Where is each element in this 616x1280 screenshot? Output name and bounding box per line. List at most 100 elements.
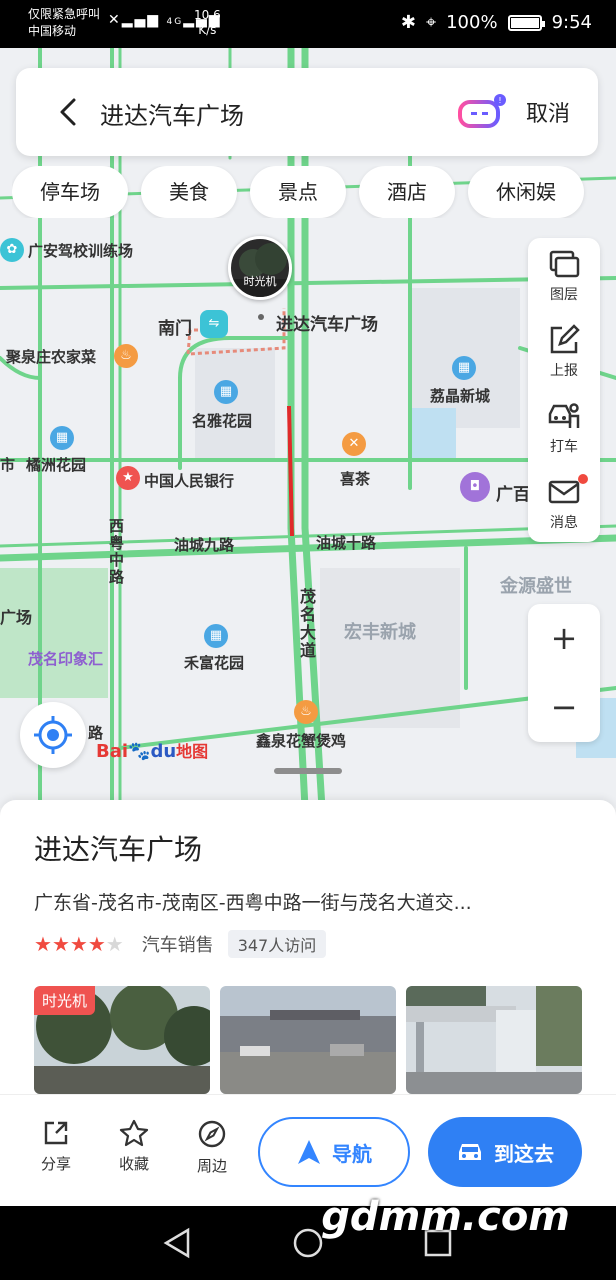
message-label: 消息 — [550, 515, 578, 531]
map-label[interactable]: 荔晶新城 — [430, 385, 490, 406]
map-label[interactable]: 鑫泉花蟹煲鸡 — [256, 730, 346, 751]
chip-leisure[interactable]: 休闲娱 — [468, 166, 584, 218]
search-bar[interactable]: 进达汽车广场 ! 取消 — [16, 68, 598, 156]
residence-poi-icon[interactable]: ▦ — [50, 426, 74, 450]
rating-stars: ★★★★★ — [34, 932, 124, 956]
map-label[interactable]: 进达汽车广场 — [276, 310, 378, 335]
star-empty-icon: ★ — [105, 932, 124, 956]
map-label[interactable]: 茂名印象汇 — [28, 648, 103, 669]
carrier-line-1: 仅限紧急呼叫 — [28, 7, 101, 21]
bank-poi-icon[interactable]: ★ — [116, 466, 140, 490]
crosshair-icon — [34, 716, 72, 754]
tree-photo-thumbnail — [231, 243, 289, 297]
map-label[interactable]: 聚泉庄农家菜 — [6, 346, 96, 367]
carrier-line-2: 中国移动 — [28, 24, 77, 38]
map-label[interactable]: 南门 — [158, 314, 192, 339]
nearby-label: 周边 — [196, 1157, 227, 1175]
place-address: 广东省-茂名市-茂南区-西粤中路一街与茂名大道交... — [34, 892, 472, 914]
message-icon — [548, 480, 580, 504]
sheet-drag-handle[interactable] — [274, 768, 342, 774]
share-button[interactable]: 分享 — [28, 1119, 84, 1174]
location-pin-dot — [258, 314, 264, 320]
visit-count-badge: 347人访问 — [227, 930, 327, 958]
go-here-button[interactable]: 到这去 — [428, 1117, 582, 1187]
message-button[interactable]: 消息 — [528, 466, 600, 542]
nearby-button[interactable]: 周边 — [184, 1119, 240, 1176]
building-photo — [406, 986, 582, 1094]
area-label[interactable]: 宏丰新城 — [344, 618, 416, 644]
layers-button[interactable]: 图层 — [528, 238, 600, 314]
status-right: ✱ ⌖ 100% 9:54 — [401, 12, 592, 33]
category-chips: 停车场 美食 景点 酒店 休闲娱 — [12, 166, 616, 218]
time-machine-marker[interactable]: 时光机 — [228, 236, 292, 300]
taxi-button[interactable]: 打车 — [528, 390, 600, 466]
map-label[interactable]: 广百 — [496, 480, 530, 505]
star-icon — [119, 1119, 149, 1147]
back-triangle-icon — [163, 1227, 190, 1259]
star-filled-icon: ★ — [34, 932, 52, 956]
map-label[interactable]: 禾富花园 — [184, 652, 244, 673]
battery-percent: 100% — [446, 12, 498, 33]
map-label[interactable]: 名雅花园 — [192, 410, 252, 431]
layers-label: 图层 — [550, 287, 578, 303]
favorite-label: 收藏 — [118, 1155, 149, 1173]
time-machine-label: 时光机 — [243, 275, 277, 288]
star-filled-icon: ★ — [51, 932, 70, 956]
status-bar: 仅限紧急呼叫 中国移动 ✕▂▄▆ 4G▂▄▆ 10.6 K/s ✱ ⌖ 100%… — [0, 0, 616, 48]
chip-hotel[interactable]: 酒店 — [359, 166, 455, 218]
time-machine-tag: 时光机 — [34, 986, 96, 1015]
photo-strip: 时光机 — [34, 986, 594, 1094]
message-badge — [578, 474, 588, 484]
cancel-button[interactable]: 取消 — [526, 96, 570, 128]
chip-parking[interactable]: 停车场 — [12, 166, 128, 218]
park-poi-icon[interactable]: ✿ — [0, 238, 24, 262]
road-network — [0, 48, 616, 808]
tea-poi-icon[interactable]: ✕ — [342, 432, 366, 456]
place-title: 进达汽车广场 — [34, 833, 203, 866]
bluetooth-icon: ✱ — [400, 12, 416, 33]
photo-thumbnail[interactable] — [220, 986, 396, 1094]
restaurant-poi-icon[interactable]: ♨ — [294, 700, 318, 724]
report-button[interactable]: 上报 — [528, 314, 600, 390]
back-icon[interactable] — [54, 96, 82, 128]
rating-row: ★★★★★ 汽车销售 347人访问 — [34, 930, 327, 958]
watermark: gdmm.com — [321, 1194, 570, 1240]
map-label[interactable]: 市 — [0, 454, 15, 475]
road-label: 茂名大道 — [297, 588, 316, 660]
locate-button[interactable] — [20, 702, 86, 768]
taxi-label: 打车 — [550, 439, 578, 455]
favorite-button[interactable]: 收藏 — [106, 1119, 162, 1174]
restaurant-poi-icon[interactable]: ♨ — [114, 344, 138, 368]
residence-poi-icon[interactable]: ▦ — [204, 624, 228, 648]
map-label[interactable]: 广场 — [0, 604, 32, 628]
paw-icon: 🐾 — [128, 741, 151, 762]
battery-icon — [507, 14, 545, 31]
shopping-poi-icon[interactable]: ◘ — [460, 472, 490, 502]
zoom-out-button[interactable]: − — [528, 673, 600, 742]
map-label[interactable]: 中国人民银行 — [144, 470, 234, 491]
zoom-controls: + − — [528, 604, 600, 742]
network-speed: 10.6 K/s — [194, 8, 221, 38]
map-tools-panel: 图层 上报 打车 消息 — [528, 238, 600, 542]
voice-assistant-icon[interactable]: ! — [458, 94, 506, 130]
dealership-photo — [220, 986, 396, 1094]
photo-thumbnail[interactable] — [406, 986, 582, 1094]
map-view[interactable]: ✿ ⇋ ♨ ▦ ▦ ▦ ★ ✕ ◘ ▦ ♨ 广安驾校训练场 南门 进达汽车广场 … — [0, 48, 616, 808]
map-label[interactable]: 喜茶 — [340, 468, 370, 489]
residence-poi-icon[interactable]: ▦ — [452, 356, 476, 380]
area-label[interactable]: 金源盛世 — [500, 572, 572, 598]
zoom-in-button[interactable]: + — [528, 604, 600, 673]
navigate-button[interactable]: 导航 — [258, 1117, 410, 1187]
speed-unit: K/s — [198, 23, 217, 37]
residence-poi-icon[interactable]: ▦ — [214, 380, 238, 404]
photo-thumbnail[interactable]: 时光机 — [34, 986, 210, 1094]
chip-scenic[interactable]: 景点 — [250, 166, 346, 218]
map-label[interactable]: 橘洲花园 — [26, 454, 86, 475]
navigate-label: 导航 — [332, 1141, 372, 1166]
place-category: 汽车销售 — [141, 935, 214, 956]
chip-food[interactable]: 美食 — [141, 166, 237, 218]
star-filled-icon: ★ — [69, 932, 88, 956]
gate-poi-icon[interactable]: ⇋ — [200, 310, 228, 338]
search-query[interactable]: 进达汽车广场 — [100, 96, 244, 131]
map-label[interactable]: 广安驾校训练场 — [28, 240, 133, 261]
